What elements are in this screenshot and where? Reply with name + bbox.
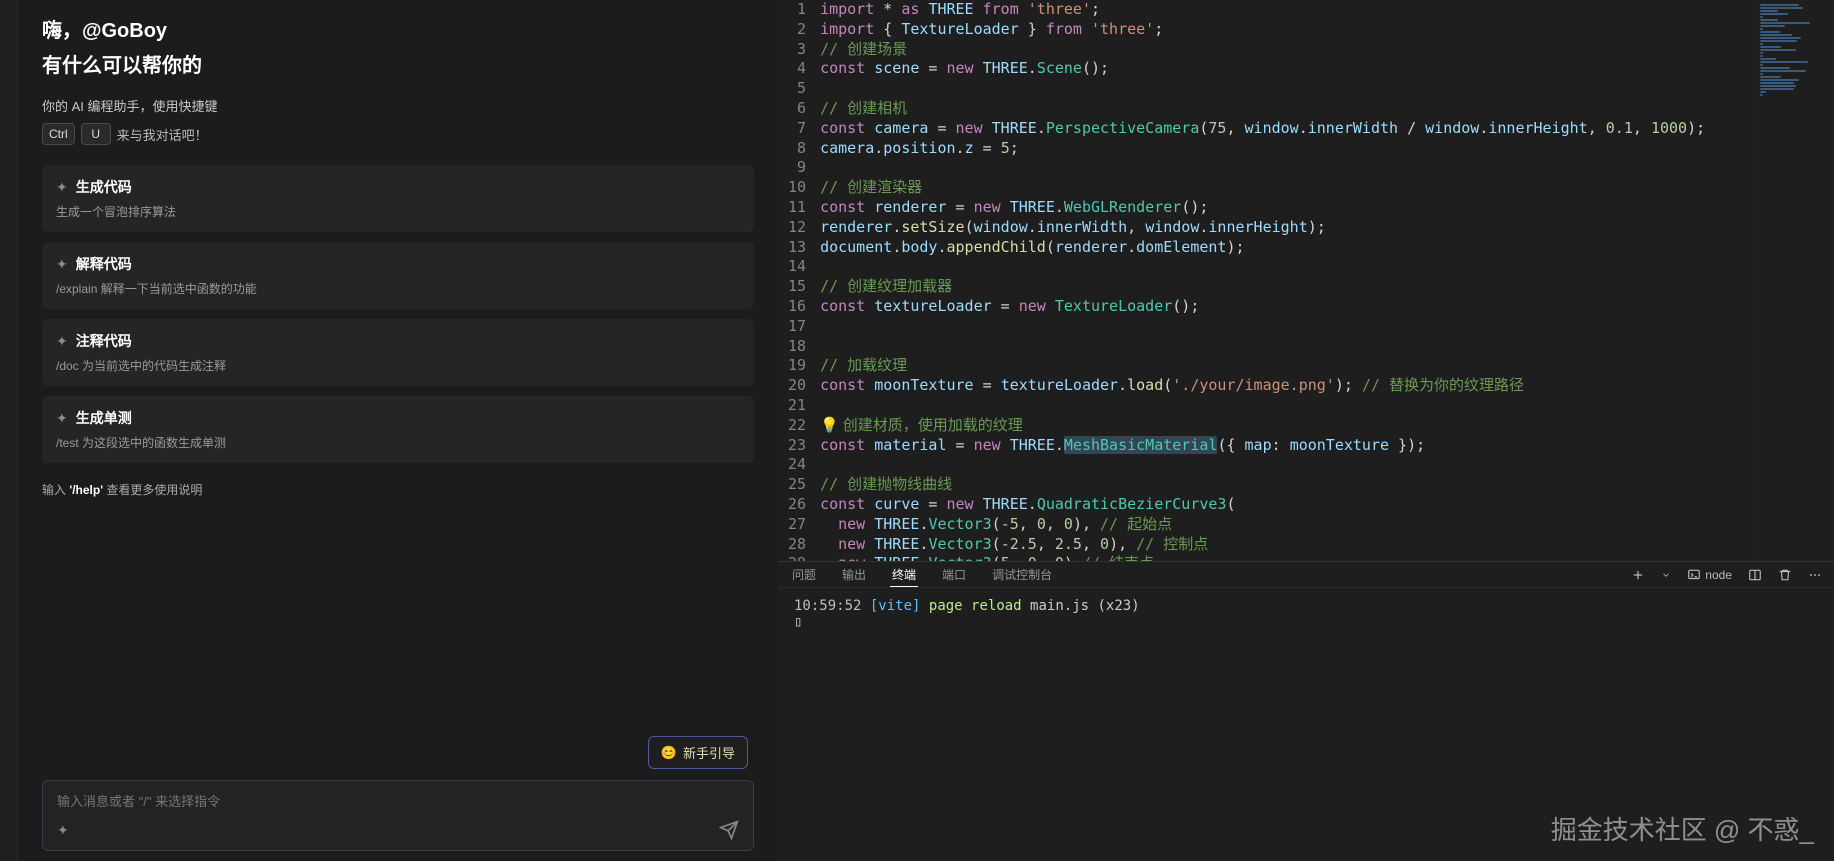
ai-suggestion-card[interactable]: ✦ 注释代码/doc 为当前选中的代码生成注释 (42, 319, 754, 386)
terminal-tab[interactable]: 问题 (790, 564, 818, 586)
card-sub: /doc 为当前选中的代码生成注释 (56, 357, 740, 374)
terminal-profile-label[interactable]: node (1687, 568, 1732, 582)
help-pre: 输入 (42, 483, 69, 497)
terminal-tab[interactable]: 调试控制台 (990, 564, 1054, 586)
card-title: 注释代码 (76, 331, 132, 351)
term-file: main.js (x23) (1030, 598, 1140, 614)
term-cursor: ▯ (794, 614, 1818, 630)
guide-label: 新手引导 (683, 743, 735, 762)
code-editor[interactable]: 1234567891011121314151617181920212223242… (778, 0, 1756, 561)
terminal-split-button[interactable] (1748, 568, 1762, 582)
kbd-u: U (81, 123, 111, 145)
code-content[interactable]: import * as THREE from 'three';import { … (820, 0, 1756, 561)
line-gutter: 1234567891011121314151617181920212223242… (778, 0, 820, 561)
ai-description: 你的 AI 编程助手，使用快捷键 (42, 96, 754, 115)
ai-suggestion-card[interactable]: ✦ 生成单测/test 为这段选中的函数生成单测 (42, 396, 754, 463)
ai-subtitle: 有什么可以帮你的 (42, 49, 754, 78)
sparkle-icon[interactable]: ✦ (57, 822, 69, 839)
ai-suggestion-card[interactable]: ✦ 生成代码生成一个冒泡排序算法 (42, 165, 754, 232)
ai-input-box[interactable]: 输入消息或者 "/" 来选择指令 ✦ (42, 780, 754, 851)
editor-with-minimap: 1234567891011121314151617181920212223242… (778, 0, 1834, 561)
terminal-dropdown-button[interactable] (1661, 570, 1671, 580)
card-sub: 生成一个冒泡排序算法 (56, 203, 740, 220)
help-cmd: '/help' (69, 483, 103, 497)
sparkle-icon: ✦ (56, 179, 68, 196)
minimap[interactable] (1756, 0, 1834, 561)
ai-greeting: 嗨，@GoBoy (42, 14, 754, 43)
kbd-ctrl: Ctrl (42, 123, 75, 145)
terminal-more-button[interactable] (1808, 568, 1822, 582)
terminal-profile-name: node (1705, 568, 1732, 582)
editor-area: 1234567891011121314151617181920212223242… (778, 0, 1834, 861)
activity-bar (0, 0, 18, 861)
terminal-tab[interactable]: 终端 (890, 564, 918, 587)
terminal-toolbar: node (1631, 568, 1822, 582)
terminal-tab[interactable]: 端口 (940, 564, 968, 586)
terminal-new-button[interactable] (1631, 568, 1645, 582)
ai-talk-hint: 来与我对话吧！ (117, 125, 208, 144)
ai-shortcut-row: Ctrl U 来与我对话吧！ (42, 123, 754, 145)
card-sub: /test 为这段选中的函数生成单测 (56, 434, 740, 451)
card-title: 生成单测 (76, 408, 132, 428)
term-timestamp: 10:59:52 (794, 598, 861, 614)
ai-assistant-panel: 嗨，@GoBoy 有什么可以帮你的 你的 AI 编程助手，使用快捷键 Ctrl … (18, 0, 778, 861)
ai-help-hint: 输入 '/help' 查看更多使用说明 (42, 481, 754, 498)
ai-input-footer: ✦ (57, 820, 739, 840)
ai-suggestion-card[interactable]: ✦ 解释代码/explain 解释一下当前选中函数的功能 (42, 242, 754, 309)
help-post: 查看更多使用说明 (103, 483, 202, 497)
terminal-output[interactable]: 10:59:52 [vite] page reload main.js (x23… (778, 588, 1834, 640)
term-command: page reload (929, 598, 1022, 614)
newbie-guide-button[interactable]: 😊 新手引导 (648, 736, 748, 769)
card-title: 生成代码 (76, 177, 132, 197)
term-vite-tag: [vite] (870, 598, 921, 614)
card-sub: /explain 解释一下当前选中函数的功能 (56, 280, 740, 297)
ai-input-placeholder: 输入消息或者 "/" 来选择指令 (57, 791, 739, 810)
sparkle-icon: ✦ (56, 410, 68, 427)
send-icon[interactable] (719, 820, 739, 840)
guide-emoji-icon: 😊 (661, 745, 677, 761)
terminal-trash-button[interactable] (1778, 568, 1792, 582)
terminal-panel: 问题输出终端端口调试控制台 node (778, 561, 1834, 861)
sparkle-icon: ✦ (56, 256, 68, 273)
card-title: 解释代码 (76, 254, 132, 274)
terminal-tab[interactable]: 输出 (840, 564, 868, 586)
app-root: 嗨，@GoBoy 有什么可以帮你的 你的 AI 编程助手，使用快捷键 Ctrl … (0, 0, 1834, 861)
sparkle-icon: ✦ (56, 333, 68, 350)
terminal-tabs: 问题输出终端端口调试控制台 node (778, 562, 1834, 588)
